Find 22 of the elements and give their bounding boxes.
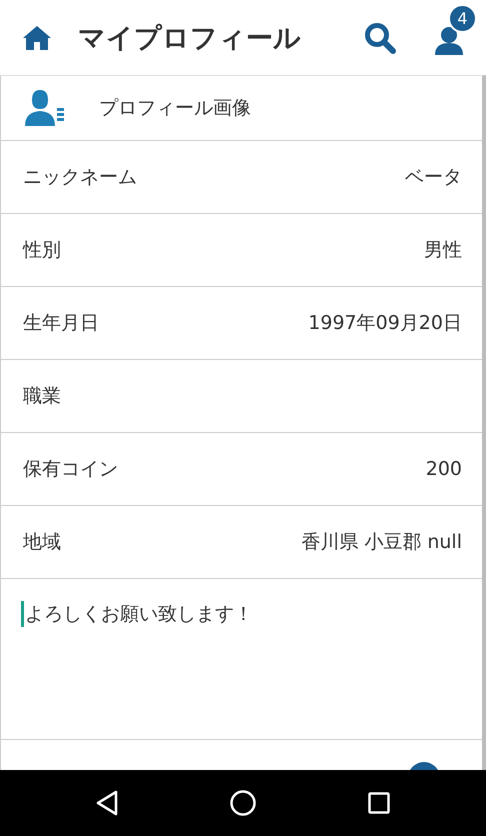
field-value: 香川県 小豆郡 null [301,530,462,555]
avatar-icon[interactable] [25,90,65,126]
field-label: 生年月日 [23,311,99,336]
home-icon[interactable] [22,24,52,50]
page-title: マイプロフィール [78,22,302,56]
back-icon[interactable] [96,790,118,816]
field-label: 保有コイン [23,457,118,482]
field-value: 男性 [424,238,462,263]
field-label: ニックネーム [23,165,137,190]
field-label: 性別 [23,238,61,263]
profile-image-label[interactable]: プロフィール画像 [99,95,251,121]
notification-badge: 4 [448,4,477,32]
home-icon[interactable] [230,790,256,816]
field-label: 地域 [23,530,61,555]
search-icon[interactable] [364,22,396,54]
recents-icon[interactable] [368,792,390,814]
field-value: ベータ [405,165,462,190]
field-value: 1997年09月20日 [308,311,462,336]
bio-field[interactable]: よろしくお願い致します！ [21,601,253,627]
field-value: 200 [426,458,462,480]
user-icon[interactable] [434,26,464,56]
field-label: 職業 [23,384,61,409]
